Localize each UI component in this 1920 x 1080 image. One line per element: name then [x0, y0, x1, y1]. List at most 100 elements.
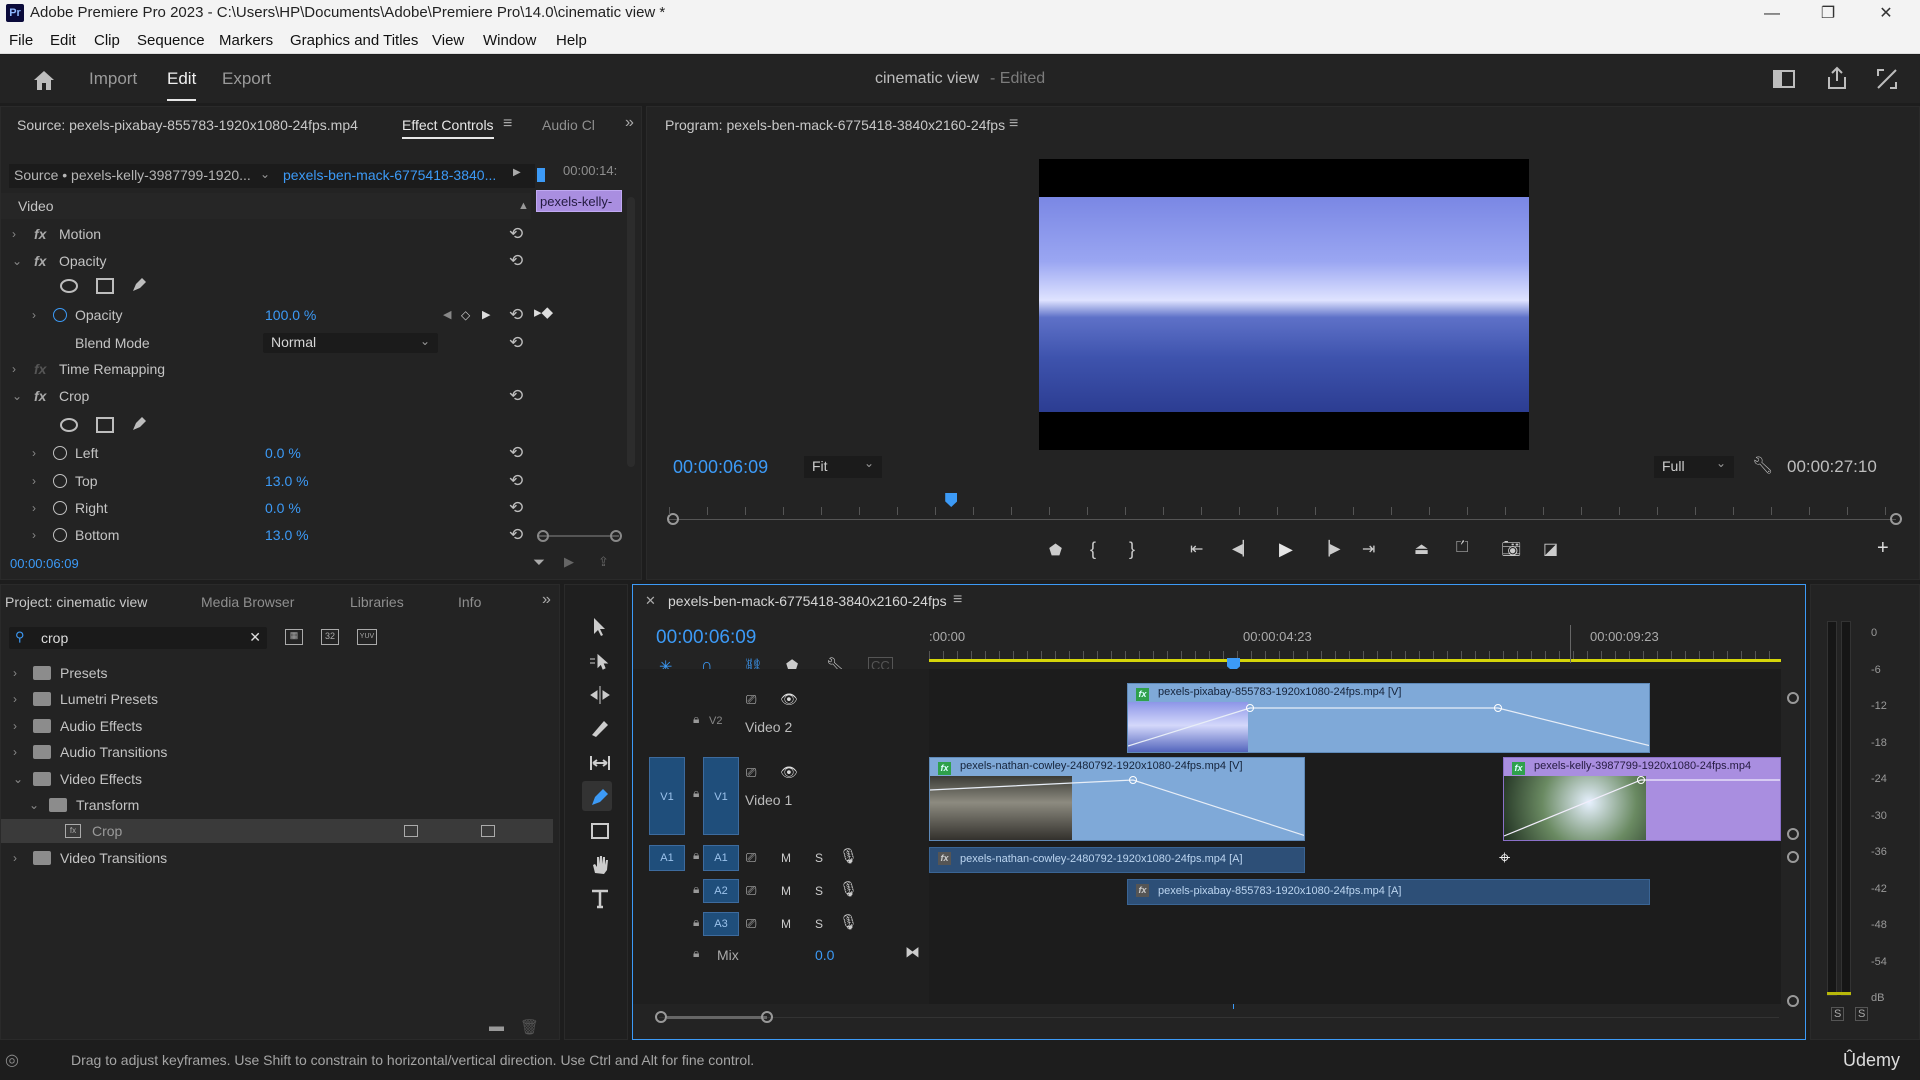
- program-scrubber-track[interactable]: [669, 519, 1896, 520]
- crop-left-value[interactable]: 0.0 %: [265, 440, 301, 466]
- ec-zoom-scrollbar[interactable]: [539, 535, 619, 537]
- lock-icon[interactable]: 🔒︎: [693, 786, 699, 801]
- timeline-zoom-bar[interactable]: [667, 1016, 767, 1019]
- comparison-view-icon[interactable]: ◪: [1543, 539, 1558, 559]
- clip-pixabay-audio[interactable]: fx pexels-pixabay-855783-1920x1080-24fps…: [1127, 879, 1650, 905]
- audio-scroll-handle-bottom[interactable]: [1787, 995, 1799, 1007]
- chevron-right-icon[interactable]: ›: [13, 714, 17, 738]
- resolution-dropdown[interactable]: Full ⌄: [1654, 456, 1734, 478]
- chevron-right-icon[interactable]: ›: [13, 846, 17, 870]
- clip-nathan-cowley-audio[interactable]: fx pexels-nathan-cowley-2480792-1920x108…: [929, 847, 1305, 873]
- menu-view[interactable]: View: [432, 32, 464, 49]
- microphone-icon[interactable]: 🎙︎: [839, 913, 858, 931]
- menu-clip[interactable]: Clip: [94, 32, 120, 49]
- clip-pixabay-video[interactable]: fx pexels-pixabay-855783-1920x1080-24fps…: [1127, 683, 1650, 753]
- add-marker-icon[interactable]: ⬟: [1049, 541, 1062, 559]
- source-patch-a1[interactable]: A1: [649, 845, 685, 871]
- motion-effect-row[interactable]: › fx Motion ⟲: [1, 221, 531, 247]
- mix-volume-value[interactable]: 0.0: [815, 947, 834, 963]
- tree-item-audio-effects[interactable]: › Audio Effects: [1, 714, 553, 738]
- ec-scrollbar[interactable]: [627, 197, 635, 467]
- tree-item-lumetri-presets[interactable]: › Lumetri Presets: [1, 687, 553, 711]
- lock-icon[interactable]: 🔒︎: [693, 848, 699, 863]
- mute-button[interactable]: M: [781, 851, 791, 865]
- solo-button[interactable]: S: [815, 917, 823, 931]
- lock-icon[interactable]: 🔒︎: [693, 712, 699, 727]
- rectangle-mask-icon[interactable]: [96, 278, 114, 294]
- fit-dropdown[interactable]: Fit ⌄: [804, 456, 882, 478]
- track-target-a3[interactable]: A3: [703, 912, 739, 936]
- go-to-end-icon[interactable]: ⧓: [905, 943, 920, 961]
- opacity-effect-row[interactable]: ⌄ fx Opacity ⟲: [1, 248, 531, 274]
- pen-tool-icon[interactable]: [588, 785, 612, 809]
- tree-item-crop[interactable]: fx Crop: [1, 819, 553, 844]
- tree-item-video-transitions[interactable]: › Video Transitions: [1, 846, 553, 870]
- delete-icon[interactable]: 🗑︎: [520, 1018, 539, 1036]
- extract-icon[interactable]: ⏍: [1456, 539, 1468, 557]
- close-sequence-icon[interactable]: ✕: [645, 593, 656, 609]
- solo-button[interactable]: S: [815, 851, 823, 865]
- source-clip-selector[interactable]: Source • pexels-kelly-3987799-1920...: [14, 167, 251, 183]
- microphone-icon[interactable]: 🎙︎: [839, 880, 858, 898]
- play-icon[interactable]: ▶: [564, 554, 574, 570]
- accelerated-effects-icon[interactable]: ▦: [285, 629, 303, 645]
- solo-button[interactable]: S: [815, 884, 823, 898]
- program-video-frame[interactable]: [1039, 159, 1529, 450]
- timeline-hscroll[interactable]: [659, 1017, 1779, 1018]
- menu-help[interactable]: Help: [556, 32, 587, 49]
- add-keyframe-icon[interactable]: ◇: [461, 302, 470, 328]
- lift-icon[interactable]: ⏏: [1414, 539, 1429, 559]
- home-icon[interactable]: [32, 69, 56, 91]
- tab-edit[interactable]: Edit: [167, 69, 197, 101]
- clip-nathan-cowley-video[interactable]: fx pexels-nathan-cowley-2480792-1920x108…: [929, 757, 1305, 841]
- timeline-zoom-handle-left[interactable]: [655, 1011, 667, 1023]
- rectangle-mask-icon[interactable]: [96, 417, 114, 433]
- chevron-right-icon[interactable]: ›: [13, 687, 17, 711]
- timeline-timecode[interactable]: 00:00:06:09: [656, 627, 756, 649]
- fullscreen-icon[interactable]: [1876, 68, 1898, 90]
- selection-tool-icon[interactable]: [588, 615, 612, 639]
- tree-item-presets[interactable]: › Presets: [1, 661, 553, 685]
- pen-mask-icon[interactable]: [130, 415, 148, 433]
- time-remapping-row[interactable]: › fx Time Remapping: [1, 356, 531, 382]
- sequence-clip-link[interactable]: pexels-ben-mack-6775418-3840...: [283, 167, 496, 183]
- chevron-down-icon[interactable]: ⌄: [29, 793, 39, 817]
- step-forward-icon[interactable]: ▕▶: [1319, 540, 1341, 557]
- opacity-value[interactable]: 100.0 %: [265, 302, 316, 328]
- 32bit-effects-icon[interactable]: 32: [321, 629, 339, 645]
- menu-edit[interactable]: Edit: [50, 32, 76, 49]
- ec-playhead[interactable]: [537, 168, 545, 182]
- close-button[interactable]: ✕: [1858, 0, 1914, 27]
- crop-effect-row[interactable]: ⌄ fx Crop ⟲: [1, 383, 531, 409]
- next-keyframe-icon[interactable]: ▶: [482, 302, 490, 328]
- source-monitor-tab[interactable]: Source: pexels-pixabay-855783-1920x1080-…: [17, 117, 358, 133]
- play-only-audio-icon[interactable]: ▶: [513, 167, 521, 178]
- tree-item-transform[interactable]: ⌄ Transform: [1, 793, 553, 817]
- toggle-sync-lock-icon[interactable]: ⎚: [746, 692, 756, 708]
- crop-top-value[interactable]: 13.0 %: [265, 468, 309, 494]
- lock-icon[interactable]: 🔒︎: [693, 946, 699, 961]
- source-patch-v1[interactable]: V1: [649, 757, 685, 835]
- tab-info[interactable]: Info: [458, 594, 481, 610]
- track-select-tool-icon[interactable]: [588, 649, 612, 673]
- menu-sequence[interactable]: Sequence: [137, 32, 205, 49]
- mute-button[interactable]: M: [781, 884, 791, 898]
- clear-search-icon[interactable]: ✕: [249, 629, 261, 646]
- camera-icon[interactable]: 📷︎: [1501, 539, 1521, 559]
- new-bin-icon[interactable]: ▬: [489, 1018, 504, 1035]
- tab-libraries[interactable]: Libraries: [350, 594, 404, 610]
- track-name-video1[interactable]: Video 1: [745, 792, 792, 808]
- panel-layout-icon[interactable]: [1773, 70, 1795, 88]
- export-icon[interactable]: ⇪: [598, 554, 609, 570]
- razor-tool-icon[interactable]: [588, 717, 612, 741]
- lock-icon[interactable]: 🔒︎: [693, 882, 699, 897]
- slip-tool-icon[interactable]: [588, 751, 612, 775]
- solo-right-button[interactable]: S: [1855, 1007, 1869, 1021]
- go-to-in-icon[interactable]: ⇤: [1190, 539, 1203, 559]
- crop-right-value[interactable]: 0.0 %: [265, 495, 301, 521]
- audio-scroll-handle-top[interactable]: [1787, 851, 1799, 863]
- mark-in-icon[interactable]: {: [1090, 539, 1096, 560]
- mute-button[interactable]: M: [781, 917, 791, 931]
- clip-kelly-video[interactable]: fx pexels-kelly-3987799-1920x1080-24fps.…: [1503, 757, 1781, 841]
- track-target-v1[interactable]: V1: [703, 757, 739, 835]
